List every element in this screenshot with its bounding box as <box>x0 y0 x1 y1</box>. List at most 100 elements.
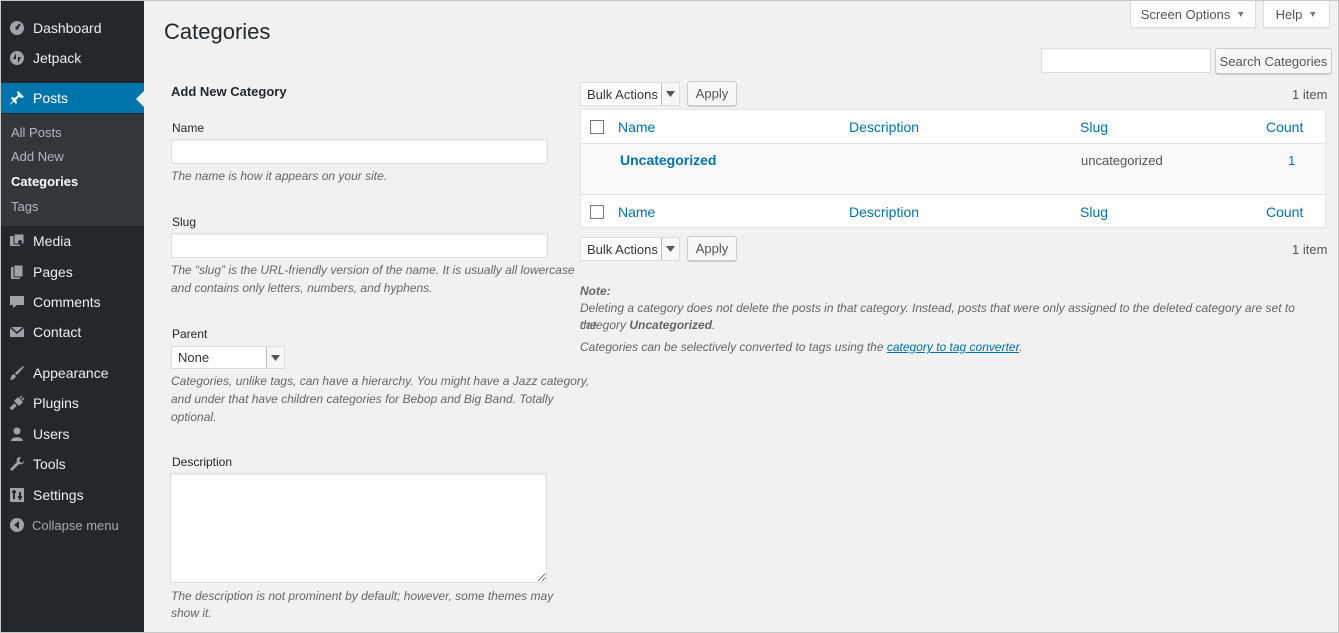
menu-users-label: Users <box>33 426 70 442</box>
mail-icon <box>9 324 25 340</box>
item-count-top: 1 item <box>1292 87 1328 102</box>
menu-plugins[interactable]: Plugins <box>1 388 144 418</box>
category-name-input[interactable] <box>171 139 548 164</box>
page-title: Categories <box>164 19 271 44</box>
column-slug-header[interactable]: Slug <box>1080 119 1108 135</box>
menu-comments[interactable]: Comments <box>1 287 144 317</box>
pin-icon <box>9 90 25 106</box>
parent-select[interactable]: None <box>171 346 285 369</box>
chevron-down-icon <box>266 347 284 368</box>
note-line-2-suffix: . <box>712 318 716 332</box>
collapse-menu-button[interactable]: Collapse menu <box>1 513 144 537</box>
menu-jetpack[interactable]: Jetpack <box>1 43 144 73</box>
column-name-footer[interactable]: Name <box>618 204 655 220</box>
pages-icon <box>9 264 25 280</box>
column-description-header[interactable]: Description <box>849 119 919 135</box>
comment-icon <box>9 294 25 310</box>
screen-options-label: Screen Options <box>1140 6 1231 22</box>
submenu-all-posts[interactable]: All Posts <box>11 125 62 140</box>
search-input[interactable] <box>1041 48 1211 73</box>
menu-appearance[interactable]: Appearance <box>1 358 144 388</box>
menu-dashboard-label: Dashboard <box>33 20 102 36</box>
submenu-add-new[interactable]: Add New <box>11 149 64 164</box>
menu-tools-label: Tools <box>33 456 66 472</box>
note-title: Note: <box>580 284 611 298</box>
name-label: Name <box>172 121 205 135</box>
bulk-actions-value: Bulk Actions <box>587 86 658 102</box>
category-to-tag-converter-link[interactable]: category to tag converter <box>887 340 1019 354</box>
collapse-arrow-icon <box>9 517 25 533</box>
apply-button-bottom[interactable]: Apply <box>687 236 737 261</box>
column-name-header[interactable]: Name <box>618 119 655 135</box>
note-line-3-suffix: . <box>1019 340 1023 354</box>
bulk-actions-value: Bulk Actions <box>587 241 658 257</box>
chevron-down-icon <box>661 83 679 105</box>
menu-pages-label: Pages <box>33 264 73 280</box>
parent-help-line-1: Categories, unlike tags, can have a hier… <box>171 374 590 388</box>
slug-help-line-2: and contains only letters, numbers, and … <box>171 281 433 295</box>
menu-pages[interactable]: Pages <box>1 257 144 287</box>
plug-icon <box>9 395 25 411</box>
user-icon <box>9 426 25 442</box>
parent-help-line-3: optional. <box>171 410 217 424</box>
screen-options-button[interactable]: Screen Options ▼ <box>1130 1 1256 28</box>
note-line-2-prefix: category <box>580 318 630 332</box>
column-count-header[interactable]: Count <box>1266 119 1303 135</box>
note-uncategorized: Uncategorized <box>629 318 713 332</box>
media-icon <box>9 233 25 249</box>
category-description-textarea[interactable] <box>170 473 547 583</box>
select-all-checkbox[interactable] <box>590 120 604 134</box>
table-header-row: Name Description Slug Count <box>581 110 1325 143</box>
menu-media-label: Media <box>33 233 72 249</box>
item-count-bottom: 1 item <box>1292 242 1328 257</box>
menu-settings-label: Settings <box>33 487 84 503</box>
slug-help-line-1: The “slug” is the URL-friendly version o… <box>171 263 575 277</box>
column-count-footer[interactable]: Count <box>1266 204 1303 220</box>
menu-tools[interactable]: Tools <box>1 449 144 479</box>
parent-label: Parent <box>172 327 208 341</box>
select-all-checkbox-footer[interactable] <box>590 205 604 219</box>
menu-plugins-label: Plugins <box>33 395 79 411</box>
menu-media[interactable]: Media <box>1 226 144 256</box>
menu-posts-label: Posts <box>33 90 69 106</box>
menu-appearance-label: Appearance <box>33 365 109 381</box>
bulk-actions-select-bottom[interactable]: Bulk Actions <box>580 237 680 261</box>
note-line-2: category Uncategorized. <box>580 317 1310 334</box>
menu-comments-label: Comments <box>33 294 101 310</box>
triangle-down-icon: ▼ <box>1308 9 1318 19</box>
parent-select-value: None <box>178 350 210 365</box>
admin-sidebar: Dashboard Jetpack Posts All Posts Add Ne… <box>1 1 144 632</box>
search-categories-button[interactable]: Search Categories <box>1215 48 1332 74</box>
help-label: Help <box>1275 6 1303 22</box>
column-description-footer[interactable]: Description <box>849 204 919 220</box>
note-line-3: Categories can be selectively converted … <box>580 339 1310 356</box>
table-row: Uncategorized uncategorized 1 <box>581 143 1325 195</box>
category-count-link[interactable]: 1 <box>1288 153 1295 168</box>
chevron-down-icon <box>661 238 679 260</box>
collapse-menu-label: Collapse menu <box>32 517 119 533</box>
menu-contact-label: Contact <box>33 324 82 340</box>
submenu-tags[interactable]: Tags <box>11 199 38 214</box>
settings-icon <box>9 487 25 503</box>
category-slug-input[interactable] <box>171 233 548 258</box>
posts-submenu: All Posts Add New Categories Tags <box>1 114 144 226</box>
description-help-line-1: The description is not prominent by defa… <box>171 589 554 603</box>
categories-table: Name Description Slug Count Uncategorize… <box>580 109 1326 228</box>
menu-users[interactable]: Users <box>1 419 144 449</box>
category-name-link[interactable]: Uncategorized <box>620 152 716 168</box>
menu-settings[interactable]: Settings <box>1 480 144 510</box>
wp-admin-window: Dashboard Jetpack Posts All Posts Add Ne… <box>0 0 1339 633</box>
category-slug: uncategorized <box>1081 153 1163 168</box>
menu-dashboard[interactable]: Dashboard <box>1 13 144 43</box>
name-help-text: The name is how it appears on your site. <box>171 169 388 183</box>
help-button[interactable]: Help ▼ <box>1263 1 1330 28</box>
dashboard-icon <box>9 20 25 36</box>
menu-contact[interactable]: Contact <box>1 317 144 347</box>
column-slug-footer[interactable]: Slug <box>1080 204 1108 220</box>
menu-posts[interactable]: Posts <box>1 83 144 113</box>
description-label: Description <box>172 455 233 469</box>
apply-button-top[interactable]: Apply <box>687 81 737 106</box>
menu-jetpack-label: Jetpack <box>33 50 82 66</box>
bulk-actions-select-top[interactable]: Bulk Actions <box>580 82 680 106</box>
submenu-categories[interactable]: Categories <box>11 174 78 189</box>
